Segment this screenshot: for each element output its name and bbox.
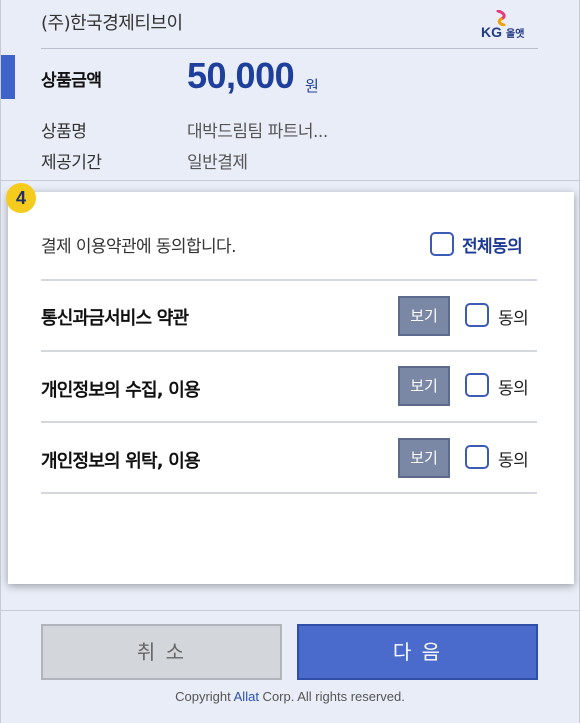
amount-value: 50,000 <box>187 55 295 96</box>
agree-label[interactable]: 동의 <box>498 446 529 471</box>
term-title-privacy-consignment: 개인정보의 위탁, 이용 <box>41 451 201 472</box>
divider <box>41 350 537 352</box>
agree-all-checkbox[interactable] <box>430 232 454 256</box>
period-value: 일반결제 <box>187 153 248 173</box>
divider <box>41 279 537 281</box>
payment-window: (주)한국경제티브이 KG 올앳 상품금액 50,000 원 상품명 대박드림팀… <box>0 0 580 723</box>
agree-all-label[interactable]: 전체동의 <box>462 232 523 257</box>
agree-label[interactable]: 동의 <box>498 304 529 329</box>
view-terms-button[interactable]: 보기 <box>398 438 450 478</box>
cancel-button[interactable]: 취 소 <box>41 624 282 680</box>
term-title-privacy-collection: 개인정보의 수집, 이용 <box>41 380 201 401</box>
agree-checkbox[interactable] <box>465 303 489 327</box>
amount-label: 상품금액 <box>41 71 102 91</box>
agree-all-text: 결제 이용약관에 동의합니다. <box>41 237 237 257</box>
order-summary: (주)한국경제티브이 KG 올앳 상품금액 50,000 원 상품명 대박드림팀… <box>1 0 579 180</box>
view-terms-button[interactable]: 보기 <box>398 296 450 336</box>
terms-card: 결제 이용약관에 동의합니다. 전체동의 통신과금서비스 약관 보기 동의 개인… <box>8 192 574 584</box>
divider <box>41 48 538 49</box>
kg-allat-logo: KG 올앳 <box>481 10 543 40</box>
period-label: 제공기간 <box>41 153 102 173</box>
agree-label[interactable]: 동의 <box>498 374 529 399</box>
divider <box>1 610 579 611</box>
copyright: Copyright Allat Corp. All rights reserve… <box>1 689 579 704</box>
copyright-prefix: Copyright <box>175 689 234 704</box>
copyright-brand: Allat <box>233 689 259 704</box>
merchant-name: (주)한국경제티브이 <box>41 13 183 34</box>
step-badge: 4 <box>6 183 36 213</box>
product-name-label: 상품명 <box>41 122 87 142</box>
logo-brand: 올앳 <box>506 29 525 40</box>
term-title-telecom-billing: 통신과금서비스 약관 <box>41 308 189 329</box>
agree-checkbox[interactable] <box>465 373 489 397</box>
view-terms-button[interactable]: 보기 <box>398 366 450 406</box>
next-button[interactable]: 다 음 <box>297 624 538 680</box>
divider <box>41 421 537 423</box>
accent-bar <box>1 55 15 99</box>
divider <box>1 180 579 181</box>
agree-checkbox[interactable] <box>465 445 489 469</box>
amount-unit: 원 <box>305 77 319 95</box>
product-name-value: 대박드림팀 파트너... <box>187 122 328 142</box>
logo-mark: KG <box>481 24 502 40</box>
divider <box>41 492 537 494</box>
copyright-suffix: Corp. All rights reserved. <box>258 689 405 704</box>
